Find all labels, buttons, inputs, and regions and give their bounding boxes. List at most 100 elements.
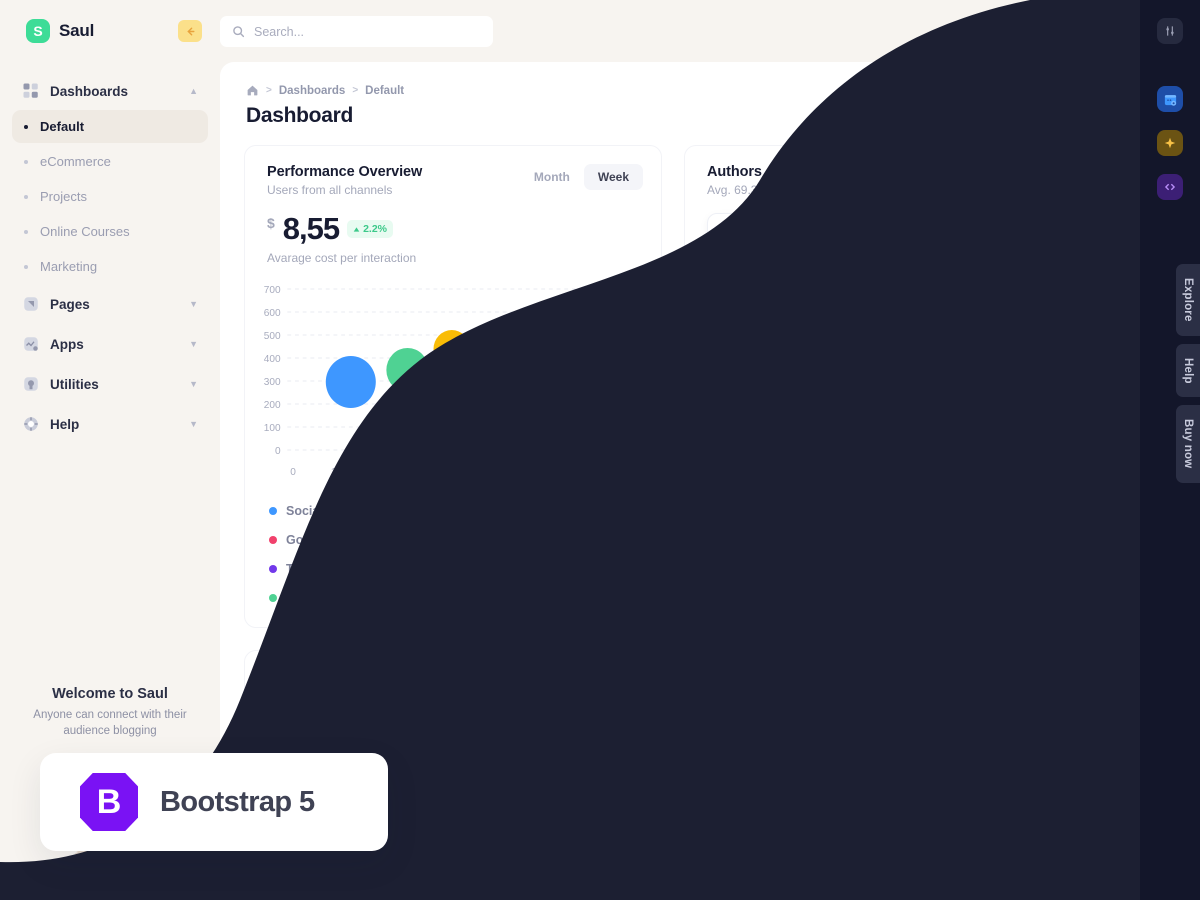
author-sparkline — [947, 484, 1057, 506]
card-more-button[interactable] — [1061, 162, 1085, 186]
sidebar-group-pages[interactable]: Pages ▼ — [12, 287, 208, 321]
svg-text:500: 500 — [264, 331, 281, 342]
search-icon — [233, 26, 245, 38]
sparkline-down-icon — [962, 381, 1042, 396]
grid-icon — [23, 83, 38, 98]
legend-item-radio[interactable]: Radio — [269, 591, 429, 605]
bubble-email-newsletter[interactable] — [386, 348, 429, 392]
view-cell — [1057, 483, 1107, 506]
view-button[interactable] — [1069, 431, 1095, 454]
sidebar-sub-dashboards: Default eCommerce Projects Online Course… — [12, 110, 208, 283]
promo-subtitle: Anyone can connect with their audience b… — [33, 708, 187, 738]
bubble-social-campaigns[interactable] — [325, 356, 376, 408]
range-option-week[interactable]: Week — [583, 164, 643, 190]
table-row[interactable]: Jane Cooper Monaco 63.83% — [707, 365, 1095, 417]
author-avatar — [707, 375, 738, 406]
legend-label: Email Newsletter — [446, 504, 547, 518]
bubble-radio[interactable] — [547, 377, 581, 411]
view-button[interactable] — [1069, 327, 1095, 350]
code-icon-button[interactable] — [1157, 174, 1183, 200]
legend-swatch — [429, 536, 437, 544]
caret-up-icon — [588, 679, 594, 684]
chart-legend: Social Campaigns Email Newsletter Google… — [245, 494, 661, 627]
author-name: Guy Hawkins — [749, 324, 828, 339]
right-rail-icons — [1157, 18, 1183, 200]
legend-item-google-ads[interactable]: Google Ads — [269, 533, 429, 547]
legend-item-courses[interactable]: Courses — [429, 533, 589, 547]
breadcrumb-item-dashboards[interactable]: Dashboards — [279, 85, 345, 97]
sidebar-item-ecommerce[interactable]: eCommerce — [12, 145, 208, 178]
sliders-icon-button[interactable] — [1157, 18, 1183, 44]
tab-saas[interactable]: SaaS — [707, 213, 773, 279]
sidebar-item-online-courses[interactable]: Online Courses — [12, 215, 208, 248]
lifebuoy-icon — [24, 417, 38, 431]
kpi-delta-value: 2.2% — [363, 223, 387, 235]
rail-tab-buy-now[interactable]: Buy now — [1176, 405, 1200, 483]
rail-tab-explore[interactable]: Explore — [1176, 264, 1200, 336]
tab-crypto[interactable]: B Crypto — [784, 213, 850, 279]
app-root: S Saul Dashboards ▲ Default eCommerce Pr… — [0, 0, 1200, 900]
author-conv: 78.34% — [880, 331, 924, 346]
rail-tab-help[interactable]: Help — [1176, 343, 1200, 398]
topbar — [220, 0, 1200, 62]
sidebar-group-dashboards[interactable]: Dashboards ▲ — [12, 74, 208, 108]
tab-mobile[interactable]: Mobile — [938, 213, 1004, 279]
view-button[interactable] — [1069, 379, 1095, 402]
table-row[interactable]: Cody Fishers Mexico 63.08% — [707, 469, 1095, 520]
svg-text:400: 400 — [469, 467, 486, 478]
brand-name: Saul — [59, 21, 95, 40]
tab-social[interactable]: Social — [861, 213, 927, 279]
bubble-google-ads[interactable] — [480, 375, 514, 409]
notification-badge — [1103, 14, 1109, 20]
notes-icon — [1089, 23, 1101, 33]
utilities-icon — [24, 377, 38, 391]
bubble-tv-campaign[interactable] — [501, 318, 539, 356]
brand-logo-letter: S — [33, 23, 43, 39]
topbar-actions — [1044, 12, 1152, 44]
legend-item-tv-campaign[interactable]: TV Campaign — [269, 562, 429, 576]
plus-star-icon-button[interactable] — [1157, 130, 1183, 156]
pages-icon — [24, 297, 38, 311]
card-more-button[interactable] — [1057, 667, 1081, 691]
sidebar-item-marketing[interactable]: Marketing — [12, 250, 208, 283]
tab-others[interactable]: Others — [1015, 213, 1081, 279]
create-project-button[interactable]: Create Project — [961, 91, 1072, 123]
legend-item-email-newsletter[interactable]: Email Newsletter — [429, 504, 589, 518]
range-option-month[interactable]: Month — [520, 164, 584, 190]
sidebar-group-label: Apps — [50, 336, 84, 352]
sidebar-nav: Dashboards ▲ Default eCommerce Projects — [0, 74, 220, 441]
activity-icon-button[interactable] — [1044, 15, 1070, 41]
notes-icon-button[interactable] — [1082, 14, 1109, 41]
kpi-value: 69,700 — [282, 663, 373, 698]
sidebar-item-label: Projects — [40, 189, 87, 204]
legend-label: Social Campaigns — [286, 504, 394, 518]
column-conv: CONV. — [884, 299, 920, 311]
card-header: Sales This Months Users from all channel… — [681, 651, 1097, 702]
sidebar-item-default[interactable]: Default — [12, 110, 208, 143]
calendar-icon-button[interactable] — [1157, 86, 1183, 112]
sidebar-group-apps[interactable]: Apps ▼ — [12, 327, 208, 361]
sidebar-item-projects[interactable]: Projects — [12, 180, 208, 213]
svg-text:700: 700 — [606, 467, 623, 478]
bitcoin-icon: B — [809, 229, 825, 244]
bubble-courses[interactable] — [433, 330, 471, 368]
view-button[interactable] — [1069, 483, 1095, 506]
column-author: AUTHOR — [707, 299, 757, 311]
legend-item-social-campaigns[interactable]: Social Campaigns — [269, 504, 429, 518]
table-row[interactable]: Jacob Jones Poland 92.56% — [707, 417, 1095, 469]
sidebar-group-label: Help — [50, 416, 80, 432]
home-icon — [247, 85, 258, 96]
search-box[interactable] — [220, 16, 493, 47]
search-input[interactable] — [254, 24, 481, 39]
bar — [483, 813, 491, 831]
tab-label: Social — [877, 253, 911, 266]
sidebar-group-help[interactable]: Help ▼ — [12, 407, 208, 441]
author-avatar — [707, 427, 738, 458]
sidebar-item-label: Online Courses — [40, 224, 130, 239]
breadcrumb-item-default[interactable]: Default — [365, 85, 404, 97]
author-name: Cody Fishers — [749, 480, 829, 495]
sidebar-group-utilities[interactable]: Utilities ▼ — [12, 367, 208, 401]
calendar-icon — [1164, 94, 1176, 106]
sidebar-collapse-button[interactable] — [178, 20, 202, 42]
table-row[interactable]: Guy Hawkins Haiti 78.34% — [707, 313, 1095, 365]
